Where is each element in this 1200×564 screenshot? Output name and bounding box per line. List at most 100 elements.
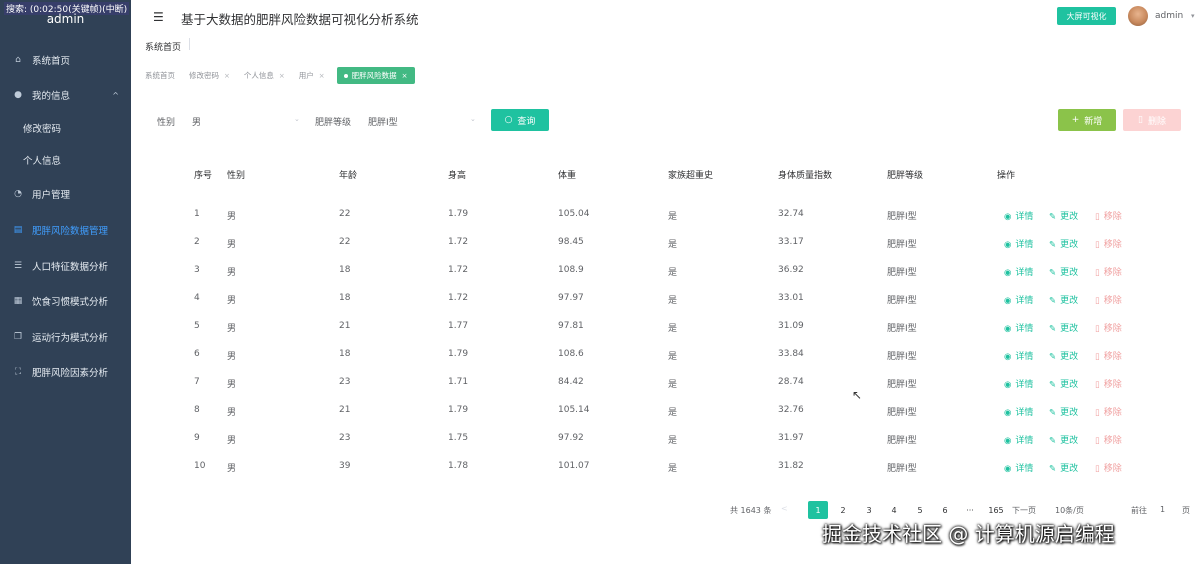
tag-personal-info[interactable]: 个人信息 × (244, 70, 285, 81)
close-icon[interactable]: × (319, 72, 325, 80)
edit-icon: ✎ (1049, 296, 1057, 306)
view-button[interactable]: ◉ 详情 (1004, 349, 1033, 362)
edit-button[interactable]: ✎ 更改 (1049, 265, 1078, 278)
page-button[interactable]: 3 (859, 501, 879, 519)
sidebar-item-demographics[interactable]: ☰ 人口特征数据分析 (0, 251, 131, 281)
edit-button[interactable]: ✎ 更改 (1049, 405, 1078, 418)
tag-obesity-data[interactable]: 肥胖风险数据 × (336, 66, 415, 84)
view-button[interactable]: ◉ 详情 (1004, 377, 1033, 390)
remove-button[interactable]: ▯ 移除 (1095, 405, 1122, 418)
view-button[interactable]: ◉ 详情 (1004, 293, 1033, 306)
close-icon[interactable]: × (224, 72, 230, 80)
remove-button[interactable]: ▯ 移除 (1095, 321, 1122, 334)
gender-select[interactable] (186, 109, 302, 131)
tag-home[interactable]: 系统首页 (145, 70, 175, 81)
view-button[interactable]: ◉ 详情 (1004, 405, 1033, 418)
page-button[interactable]: 4 (884, 501, 904, 519)
page-button[interactable]: 6 (935, 501, 955, 519)
chevron-down-icon[interactable]: ⌄ (470, 115, 476, 123)
sidebar-item-change-password[interactable]: 修改密码 (0, 113, 131, 143)
edit-button[interactable]: ✎ 更改 (1049, 461, 1078, 474)
edit-button[interactable]: ✎ 更改 (1049, 349, 1078, 362)
view-button[interactable]: ◉ 详情 (1004, 209, 1033, 222)
page-button[interactable]: 2 (833, 501, 853, 519)
sidebar-item-my-info[interactable]: ● 我的信息 ^ (0, 80, 131, 110)
remove-button[interactable]: ▯ 移除 (1095, 461, 1122, 474)
remove-button[interactable]: ▯ 移除 (1095, 237, 1122, 250)
table-cell: 33.17 (778, 237, 804, 247)
view-button[interactable]: ◉ 详情 (1004, 433, 1033, 446)
table-cell: 肥胖I型 (887, 436, 917, 446)
dashboard-button[interactable]: 大屏可视化 (1057, 7, 1116, 25)
view-button[interactable]: ◉ 详情 (1004, 237, 1033, 250)
tag-user[interactable]: 用户 × (299, 70, 325, 81)
more-pages-button[interactable]: ··· (960, 501, 980, 519)
page-size-select[interactable]: 10条/页 (1055, 505, 1084, 516)
edit-button[interactable]: ✎ 更改 (1049, 433, 1078, 446)
edit-icon: ✎ (1049, 464, 1057, 474)
tag-label: 修改密码 (189, 70, 219, 80)
search-icon: ○ (504, 115, 513, 125)
remove-button[interactable]: ▯ 移除 (1095, 265, 1122, 278)
remove-button[interactable]: ▯ 移除 (1095, 433, 1122, 446)
hamburger-icon[interactable]: ☰ (153, 10, 164, 24)
table-row: 4 男 18 1.72 97.97 是 33.01 肥胖I型 ◉ 详情 ✎ 更改 ▯ 移除 (186, 284, 1186, 312)
chevron-down-icon[interactable]: ▾ (1191, 12, 1195, 20)
remove-button[interactable]: ▯ 移除 (1095, 293, 1122, 306)
page-button[interactable]: 5 (910, 501, 930, 519)
tag-change-password[interactable]: 修改密码 × (189, 70, 230, 81)
edit-button[interactable]: ✎ 更改 (1049, 293, 1078, 306)
remove-button-label: 移除 (1103, 352, 1122, 362)
view-button[interactable]: ◉ 详情 (1004, 321, 1033, 334)
sidebar-item-diet[interactable]: ▦ 饮食习惯模式分析 (0, 286, 131, 316)
edit-button[interactable]: ✎ 更改 (1049, 209, 1078, 222)
page-button[interactable]: 165 (986, 501, 1006, 519)
edit-button[interactable]: ✎ 更改 (1049, 321, 1078, 334)
table-cell: 1.77 (448, 321, 469, 331)
gender-select-value[interactable]: 男 (192, 115, 201, 128)
query-button-label: 查询 (517, 116, 536, 127)
eye-icon: ◉ (1004, 408, 1012, 418)
table-cell: 肥胖I型 (887, 352, 917, 362)
user-name[interactable]: admin (1155, 11, 1183, 21)
obesity-level-label: 肥胖等级 (315, 118, 352, 128)
delete-button[interactable]: ▯ 删除 (1123, 109, 1181, 131)
remove-button[interactable]: ▯ 移除 (1095, 209, 1122, 222)
page-button[interactable]: 1 (808, 501, 828, 519)
calendar-icon: ▦ (13, 296, 23, 306)
goto-page-input[interactable]: 1 (1160, 505, 1165, 514)
view-button[interactable]: ◉ 详情 (1004, 265, 1033, 278)
avatar[interactable] (1128, 6, 1148, 26)
remove-button[interactable]: ▯ 移除 (1095, 349, 1122, 362)
sidebar-item-exercise[interactable]: ❐ 运动行为模式分析 (0, 322, 131, 352)
table-cell: 31.82 (778, 461, 804, 471)
sidebar-item-personal-info[interactable]: 个人信息 (0, 145, 131, 175)
sidebar-item-home[interactable]: ⌂ 系统首页 (0, 45, 131, 75)
query-button[interactable]: ○ 查询 (491, 109, 549, 131)
table-cell: 肥胖I型 (887, 408, 917, 418)
obesity-level-select-value[interactable]: 肥胖I型 (368, 115, 398, 128)
close-icon[interactable]: × (279, 72, 285, 80)
sidebar-item-risk-factors[interactable]: ⛶ 肥胖风险因素分析 (0, 357, 131, 387)
table-cell: 男 (227, 380, 237, 390)
table-cell: 1.79 (448, 405, 469, 415)
remove-button[interactable]: ▯ 移除 (1095, 377, 1122, 390)
table-cell: 是 (668, 380, 678, 390)
eye-icon: ◉ (1004, 436, 1012, 446)
trash-icon: ▯ (1095, 408, 1100, 418)
table-cell: 21 (339, 321, 351, 331)
prev-page-button[interactable]: < (781, 504, 788, 513)
edit-button[interactable]: ✎ 更改 (1049, 237, 1078, 250)
add-button[interactable]: + 新增 (1058, 109, 1116, 131)
edit-button[interactable]: ✎ 更改 (1049, 377, 1078, 390)
chevron-down-icon[interactable]: ⌄ (294, 115, 300, 123)
view-button[interactable]: ◉ 详情 (1004, 461, 1033, 474)
next-page-button[interactable]: 下一页 (1012, 505, 1036, 516)
sidebar-item-obesity-data[interactable]: ▤ 肥胖风险数据管理 (0, 215, 131, 245)
edit-button-label: 更改 (1060, 436, 1079, 446)
view-button-label: 详情 (1015, 212, 1034, 222)
eye-icon: ◉ (1004, 352, 1012, 362)
table-cell: 1.72 (448, 237, 469, 247)
close-icon[interactable]: × (402, 72, 408, 80)
sidebar-item-user-management[interactable]: ◔ 用户管理 (0, 179, 131, 209)
